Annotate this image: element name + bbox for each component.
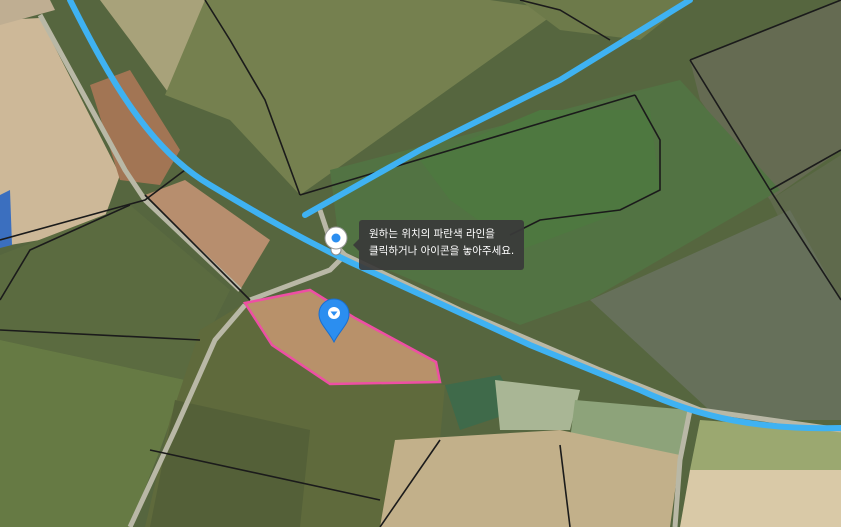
route-node-icon[interactable]	[322, 226, 350, 258]
satellite-map[interactable]: 원하는 위치의 파란색 라인을 클릭하거나 아이콘을 놓아주세요.	[0, 0, 841, 527]
instruction-tooltip: 원하는 위치의 파란색 라인을 클릭하거나 아이콘을 놓아주세요.	[353, 220, 524, 270]
field-patch	[680, 470, 841, 527]
tooltip-arrow	[353, 239, 359, 251]
tooltip-line-2: 클릭하거나 아이콘을 놓아주세요.	[369, 245, 515, 257]
tooltip-line-1: 원하는 위치의 파란색 라인을	[369, 228, 495, 240]
location-pin-icon[interactable]	[316, 296, 352, 344]
